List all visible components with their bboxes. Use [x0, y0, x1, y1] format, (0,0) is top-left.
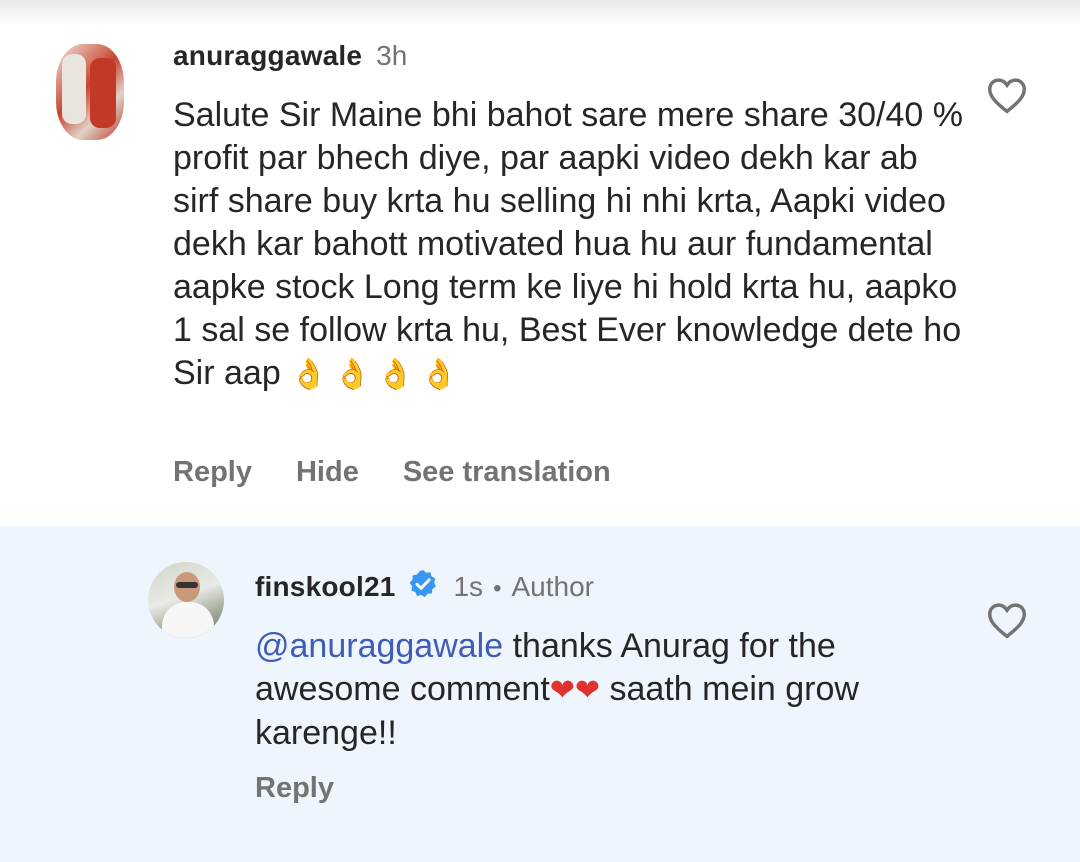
- verified-badge-icon: [410, 570, 437, 598]
- timestamp: 1s: [453, 571, 484, 602]
- comment-text: Salute Sir Maine bhi bahot sare mere sha…: [173, 94, 963, 396]
- avatar[interactable]: [148, 562, 224, 638]
- avatar-figure-2: [90, 58, 116, 128]
- avatar[interactable]: [56, 44, 124, 140]
- author-label: Author: [511, 571, 594, 602]
- comment-actions: Reply Hide See translation: [173, 456, 655, 489]
- reply-button[interactable]: Reply: [173, 456, 252, 489]
- comment-actions: Reply: [255, 772, 378, 805]
- reply-comment-item: finskool21 1s • Author @anuraggawale tha…: [0, 526, 1080, 862]
- heart-outline-icon[interactable]: [986, 76, 1028, 114]
- heart-emoji: ❤❤: [549, 673, 601, 708]
- comment-header: anuraggawale 3h: [173, 40, 407, 72]
- comment-body: Salute Sir Maine bhi bahot sare mere sha…: [173, 96, 964, 392]
- top-edge-shadow: [0, 0, 1080, 26]
- mention-link[interactable]: @anuraggawale: [255, 627, 503, 665]
- comment-item: anuraggawale 3h Salute Sir Maine bhi bah…: [0, 26, 1080, 526]
- separator-dot: •: [493, 575, 502, 602]
- avatar-figure-1: [62, 54, 86, 124]
- see-translation-button[interactable]: See translation: [403, 456, 611, 489]
- avatar-shirt: [162, 602, 214, 638]
- comment-text: @anuraggawale thanks Anurag for the awes…: [255, 625, 955, 755]
- hide-button[interactable]: Hide: [296, 456, 359, 489]
- username[interactable]: anuraggawale: [173, 40, 362, 72]
- timestamp: 3h: [376, 40, 408, 71]
- heart-outline-icon[interactable]: [986, 601, 1028, 639]
- comment-header: finskool21 1s • Author: [255, 564, 594, 603]
- ok-hand-emoji: 👌👌👌👌: [290, 357, 464, 392]
- reply-button[interactable]: Reply: [255, 772, 334, 805]
- avatar-sunglasses: [176, 582, 198, 588]
- username[interactable]: finskool21: [255, 571, 395, 603]
